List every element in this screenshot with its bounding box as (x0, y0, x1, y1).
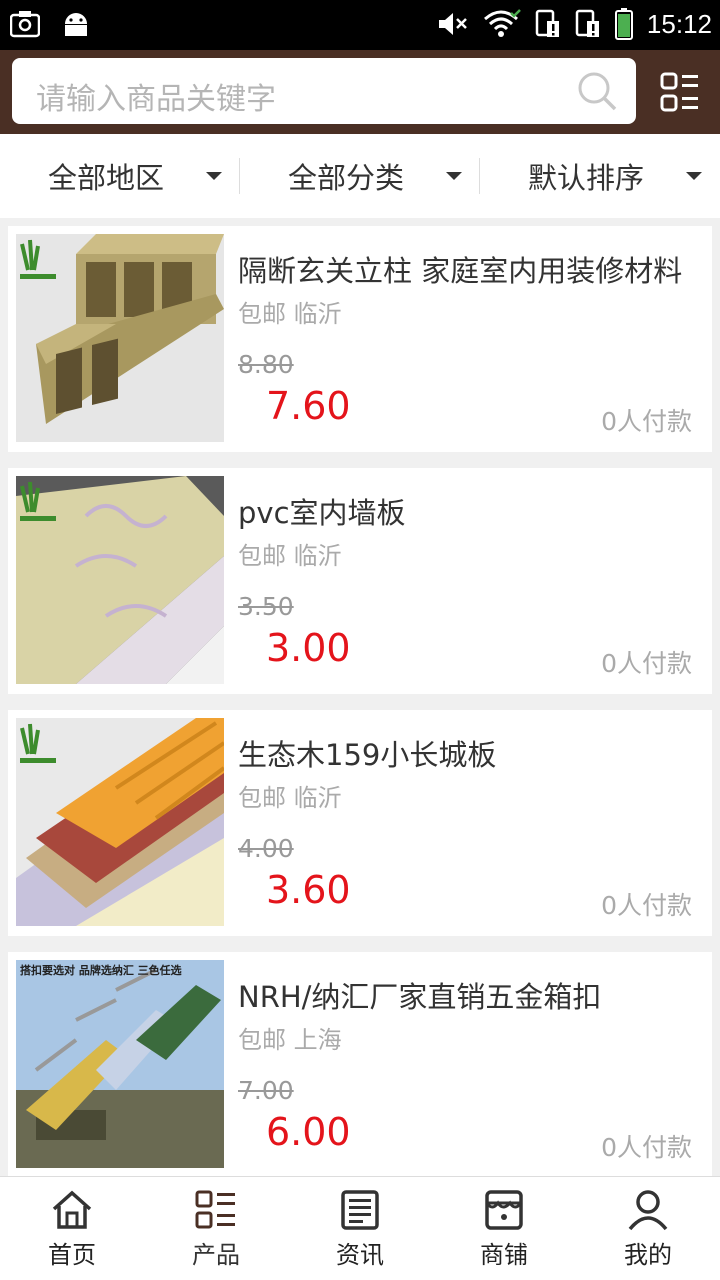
sim-alert-icon (535, 9, 559, 37)
nav-home[interactable]: 首页 (0, 1177, 144, 1280)
nav-label: 我的 (624, 1241, 672, 1269)
sales-count: 0人付款 (601, 891, 692, 920)
product-image[interactable] (16, 234, 224, 442)
nav-label: 资讯 (336, 1241, 384, 1269)
status-bar: 15:12 (0, 0, 720, 50)
filter-label: 全部地区 (47, 161, 164, 195)
battery-icon (614, 8, 633, 40)
sales-count: 0人付款 (601, 649, 692, 678)
image-caption: 搭扣要选对 品牌选纳汇 三色任选 (20, 964, 182, 977)
sale-price: 7.60 (266, 384, 351, 428)
product-shipping-location: 包邮 临沂 (238, 300, 342, 328)
filter-region[interactable]: 全部地区 (0, 134, 240, 218)
user-icon (628, 1190, 668, 1231)
news-icon (341, 1190, 379, 1230)
product-item[interactable]: 生态木159小长城板 包邮 临沂 4.00 3.60 0人付款 (8, 710, 712, 936)
nav-shop[interactable]: 商铺 (432, 1177, 576, 1280)
original-price: 7.00 (238, 1076, 294, 1105)
sale-price: 3.00 (266, 626, 351, 670)
product-title[interactable]: 生态木159小长城板 (238, 732, 496, 774)
android-icon (65, 13, 87, 36)
caret-down-icon (206, 172, 222, 180)
search-input[interactable]: 请输入商品关键字 (12, 58, 636, 124)
sales-count: 0人付款 (601, 407, 692, 436)
original-price: 3.50 (238, 592, 294, 621)
nav-label: 商铺 (480, 1241, 528, 1269)
search-header: 请输入商品关键字 (0, 50, 720, 134)
nav-profile[interactable]: 我的 (576, 1177, 720, 1280)
original-price: 4.00 (238, 834, 294, 863)
nav-label: 产品 (192, 1241, 240, 1269)
product-image[interactable] (16, 476, 224, 684)
product-shipping-location: 包邮 上海 (238, 1026, 342, 1054)
category-menu-icon[interactable] (660, 72, 700, 112)
mute-icon (438, 13, 467, 35)
product-shipping-location: 包邮 临沂 (238, 784, 342, 812)
search-placeholder: 请输入商品关键字 (36, 82, 276, 117)
product-item[interactable]: 搭扣要选对 品牌选纳汇 三色任选 NRH/纳汇厂家直销五金箱扣 包邮 上海 7.… (8, 952, 712, 1178)
filter-label: 默认排序 (527, 161, 644, 195)
grid-list-icon (195, 1190, 235, 1229)
screenshot-icon (10, 11, 40, 38)
clock: 15:12 (646, 8, 712, 39)
product-title[interactable]: 隔断玄关立柱 家庭室内用装修材料 (238, 248, 682, 290)
product-image[interactable] (16, 718, 224, 926)
home-icon (52, 1190, 92, 1229)
shop-icon (485, 1190, 523, 1230)
original-price: 8.80 (238, 350, 294, 379)
nav-products[interactable]: 产品 (144, 1177, 288, 1280)
sale-price: 3.60 (266, 868, 351, 912)
filter-label: 全部分类 (287, 161, 404, 195)
product-title[interactable]: pvc室内墙板 (238, 490, 406, 532)
product-item[interactable]: 隔断玄关立柱 家庭室内用装修材料 包邮 临沂 8.80 7.60 0人付款 (8, 226, 712, 452)
filter-sort[interactable]: 默认排序 (480, 134, 720, 218)
product-shipping-location: 包邮 临沂 (238, 542, 342, 570)
nav-label: 首页 (48, 1241, 96, 1269)
filter-bar: 全部地区 全部分类 默认排序 (0, 134, 720, 218)
search-icon[interactable] (576, 70, 618, 112)
caret-down-icon (686, 172, 702, 180)
product-item[interactable]: pvc室内墙板 包邮 临沂 3.50 3.00 0人付款 (8, 468, 712, 694)
bottom-navigation: 首页 产品 资讯 商铺 我的 (0, 1176, 720, 1280)
filter-category[interactable]: 全部分类 (240, 134, 480, 218)
product-title[interactable]: NRH/纳汇厂家直销五金箱扣 (238, 974, 601, 1016)
sale-price: 6.00 (266, 1110, 351, 1154)
wifi-icon (483, 9, 521, 37)
nav-news[interactable]: 资讯 (288, 1177, 432, 1280)
sales-count: 0人付款 (601, 1133, 692, 1162)
product-image[interactable]: 搭扣要选对 品牌选纳汇 三色任选 (16, 960, 224, 1168)
caret-down-icon (446, 172, 462, 180)
sim-alert-icon (575, 9, 599, 37)
